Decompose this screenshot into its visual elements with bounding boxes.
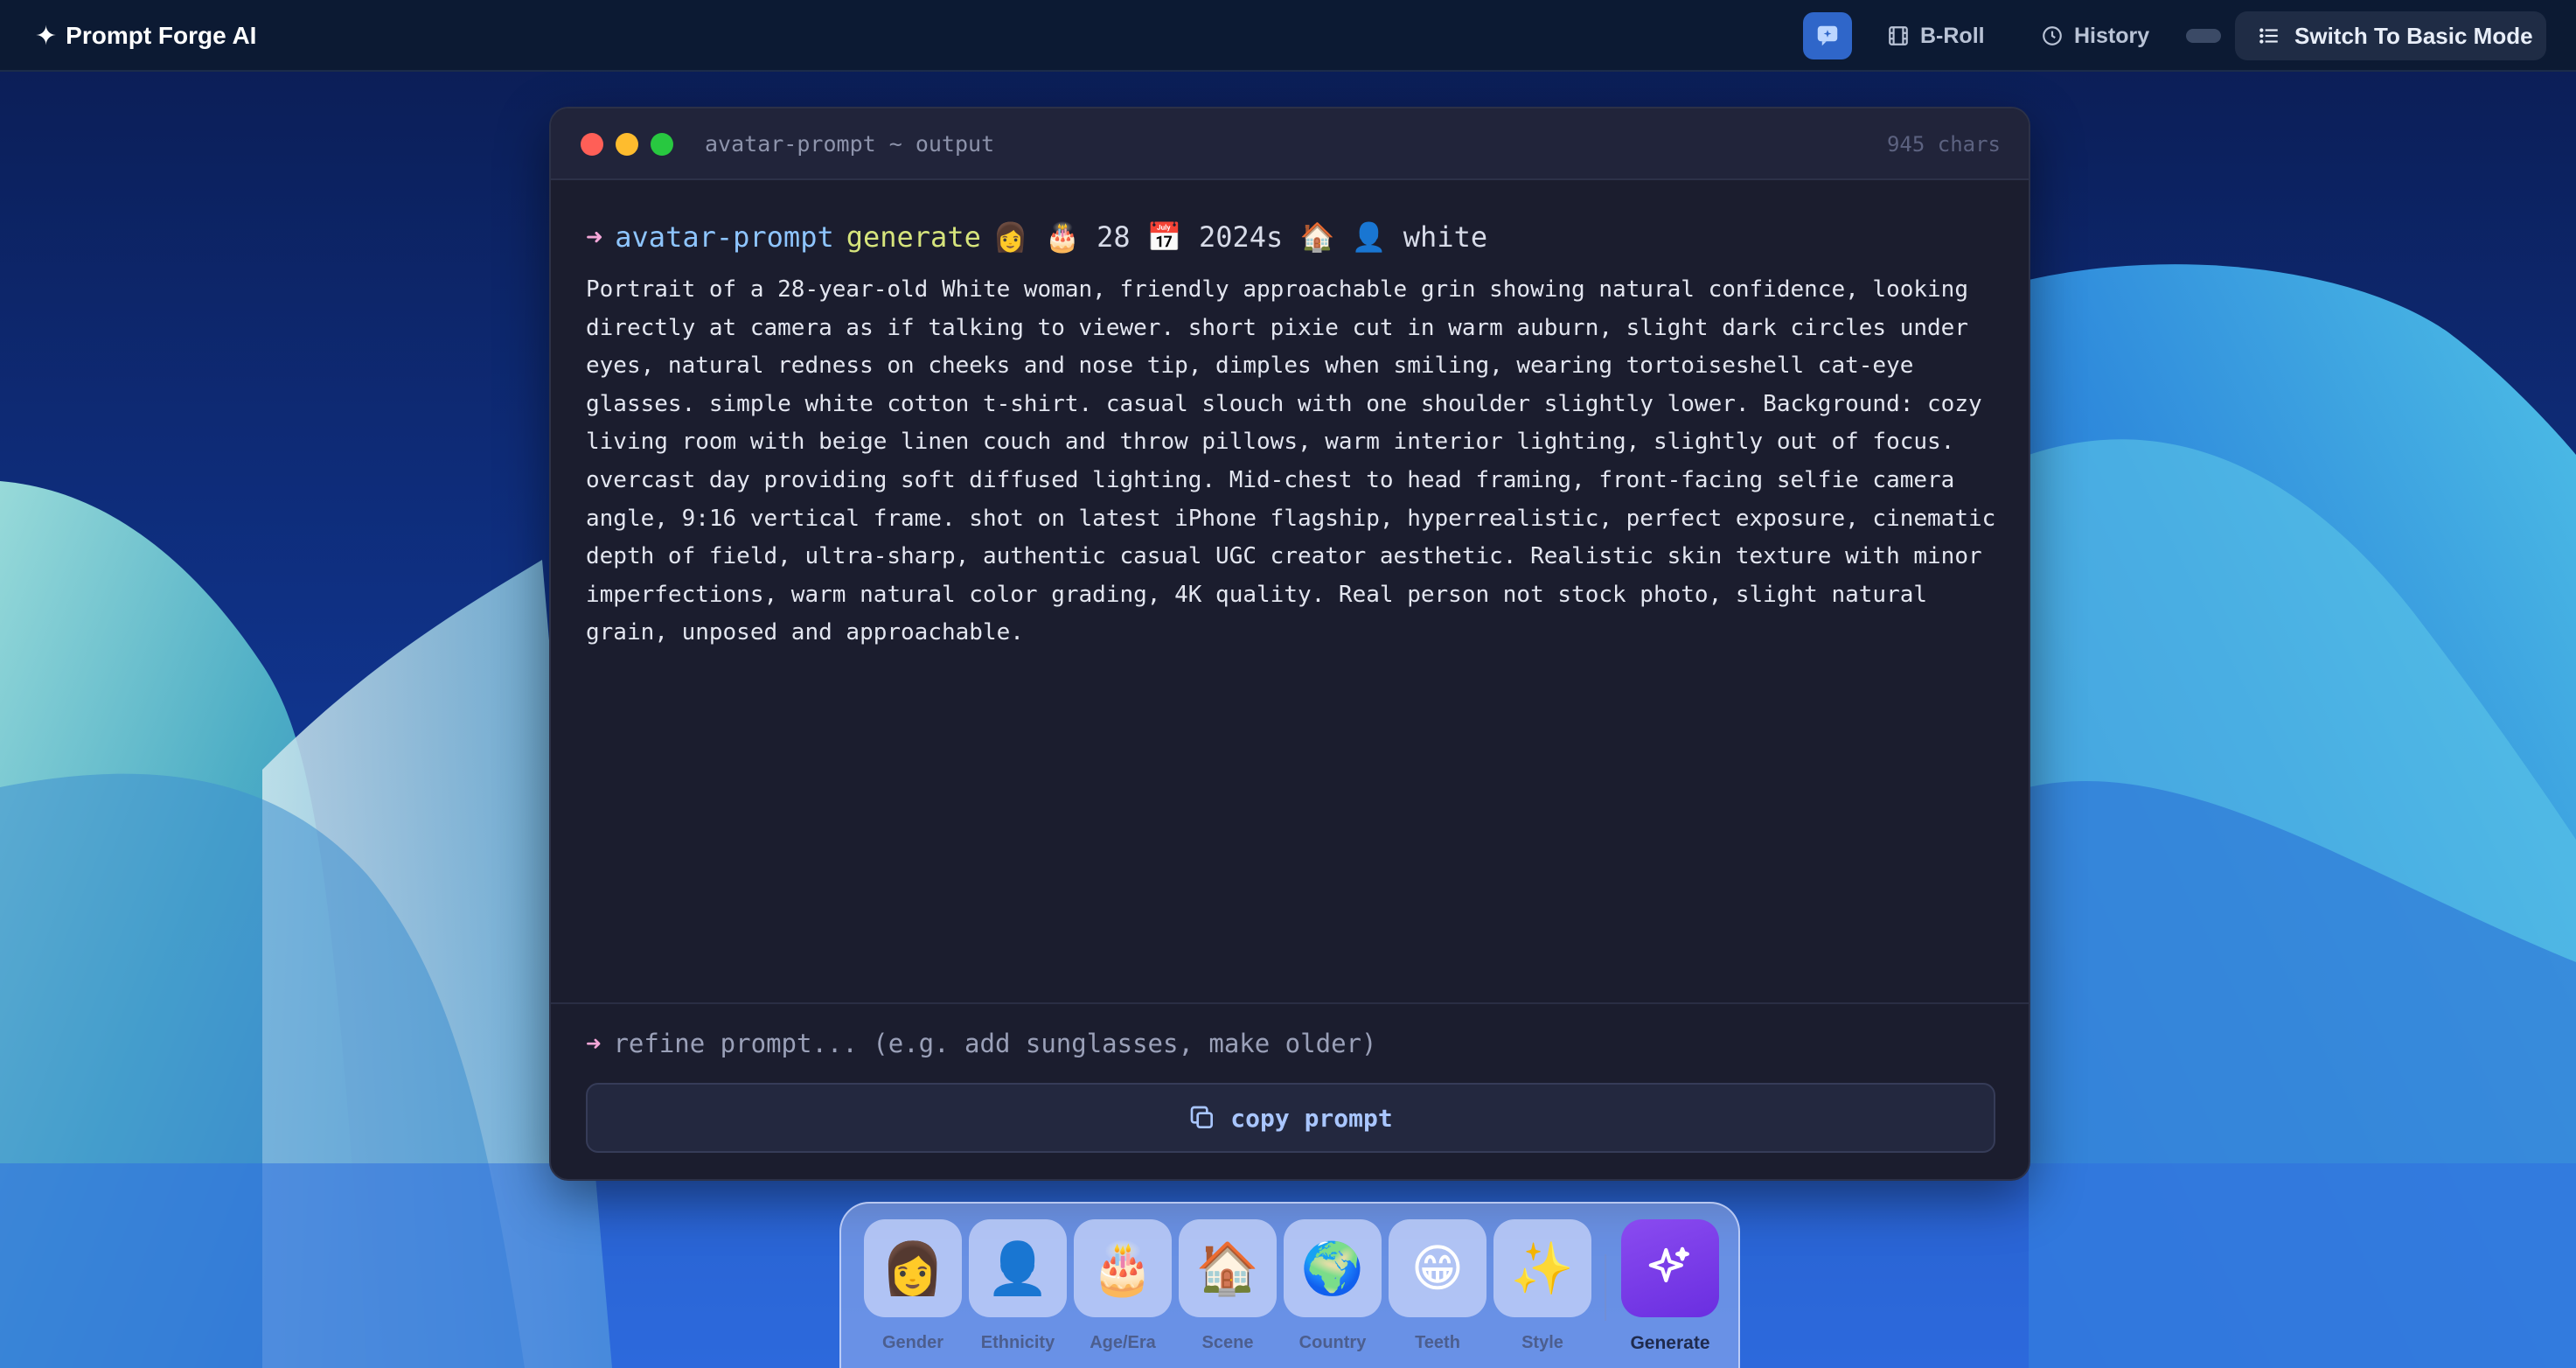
dock-divider xyxy=(1605,1254,1606,1321)
switch-mode-button[interactable]: Switch To Basic Mode xyxy=(2235,11,2546,60)
b-roll-link[interactable]: B-Roll xyxy=(1887,17,1985,54)
house-emoji-icon: 🏠 xyxy=(1179,1219,1277,1317)
sparkle-logo-icon: ✦ xyxy=(35,21,58,51)
dock-label-scene: Scene xyxy=(1201,1333,1254,1352)
dock-label-ethnicity: Ethnicity xyxy=(980,1333,1055,1352)
terminal-title: avatar-prompt ~ output xyxy=(705,131,995,157)
dock-item-age-era[interactable]: 🎂 Age/Era xyxy=(1074,1219,1172,1353)
dock-label-teeth: Teeth xyxy=(1415,1333,1460,1352)
command-program: avatar-prompt xyxy=(615,220,834,254)
option-dock: 👩 Gender 👤 Ethnicity 🎂 Age/Era 🏠 Scene 🌍… xyxy=(839,1202,1740,1368)
refine-row: ➜ xyxy=(551,1002,2029,1083)
generate-button[interactable]: Generate xyxy=(1621,1219,1719,1354)
generate-tile xyxy=(1621,1219,1719,1317)
copy-prompt-label: copy prompt xyxy=(1230,1103,1393,1133)
prompt-arrow: ➜ xyxy=(586,220,603,254)
toggle-switch[interactable] xyxy=(2186,29,2221,43)
refine-arrow: ➜ xyxy=(586,1029,602,1058)
character-count: 945 chars xyxy=(1886,132,2001,157)
grin-emoji-icon: 😁 xyxy=(1389,1219,1486,1317)
dock-item-gender[interactable]: 👩 Gender xyxy=(864,1219,962,1353)
close-window-dot[interactable] xyxy=(581,133,603,156)
top-navigation-bar: ✦ Prompt Forge AI B-Roll History Switch … xyxy=(0,0,2576,72)
command-args: 👩 🎂 28 📅 2024s 🏠 👤 white xyxy=(992,220,1488,254)
gender-emoji-icon: 👩 xyxy=(864,1219,962,1317)
dock-label-age-era: Age/Era xyxy=(1090,1333,1156,1352)
dock-label-style: Style xyxy=(1521,1333,1563,1352)
generated-prompt-text[interactable]: Portrait of a 28-year-old White woman, f… xyxy=(586,271,2002,653)
ethnicity-emoji-icon: 👤 xyxy=(969,1219,1067,1317)
command-line: ➜ avatar-prompt generate 👩 🎂 28 📅 2024s … xyxy=(586,215,1487,259)
maximize-window-dot[interactable] xyxy=(651,133,673,156)
chat-bubble-icon xyxy=(1817,25,1838,46)
globe-emoji-icon: 🌍 xyxy=(1284,1219,1382,1317)
cake-emoji-icon: 🎂 xyxy=(1074,1219,1172,1317)
sparkle-icon xyxy=(1648,1246,1689,1283)
dock-item-ethnicity[interactable]: 👤 Ethnicity xyxy=(969,1219,1067,1353)
dock-label-country: Country xyxy=(1298,1333,1367,1352)
history-link[interactable]: History xyxy=(2041,17,2149,54)
dock-item-teeth[interactable]: 😁 Teeth xyxy=(1389,1219,1486,1353)
b-roll-label: B-Roll xyxy=(1920,23,1985,48)
brand[interactable]: ✦ Prompt Forge AI xyxy=(35,0,256,72)
output-terminal-window: avatar-prompt ~ output 945 chars ➜ avata… xyxy=(549,107,2030,1181)
refine-prompt-input[interactable] xyxy=(613,1029,1925,1058)
chat-button[interactable] xyxy=(1803,12,1852,59)
switch-mode-label: Switch To Basic Mode xyxy=(2294,22,2533,49)
dock-item-style[interactable]: ✨ Style xyxy=(1493,1219,1591,1353)
terminal-title-bar: avatar-prompt ~ output 945 chars xyxy=(551,108,2029,180)
clock-icon xyxy=(2043,26,2062,45)
sparkles-emoji-icon: ✨ xyxy=(1493,1219,1591,1317)
minimize-window-dot[interactable] xyxy=(616,133,638,156)
copy-icon xyxy=(1190,1106,1214,1128)
dock-label-gender: Gender xyxy=(881,1333,944,1352)
history-label: History xyxy=(2074,23,2150,48)
command-verb: generate xyxy=(846,220,981,254)
generate-label: Generate xyxy=(1630,1333,1710,1353)
dock-item-country[interactable]: 🌍 Country xyxy=(1284,1219,1382,1353)
dock-item-scene[interactable]: 🏠 Scene xyxy=(1179,1219,1277,1353)
film-icon xyxy=(1889,26,1908,45)
list-icon xyxy=(2259,28,2278,44)
brand-name: Prompt Forge AI xyxy=(66,22,257,49)
copy-prompt-button[interactable]: copy prompt xyxy=(586,1083,1995,1153)
